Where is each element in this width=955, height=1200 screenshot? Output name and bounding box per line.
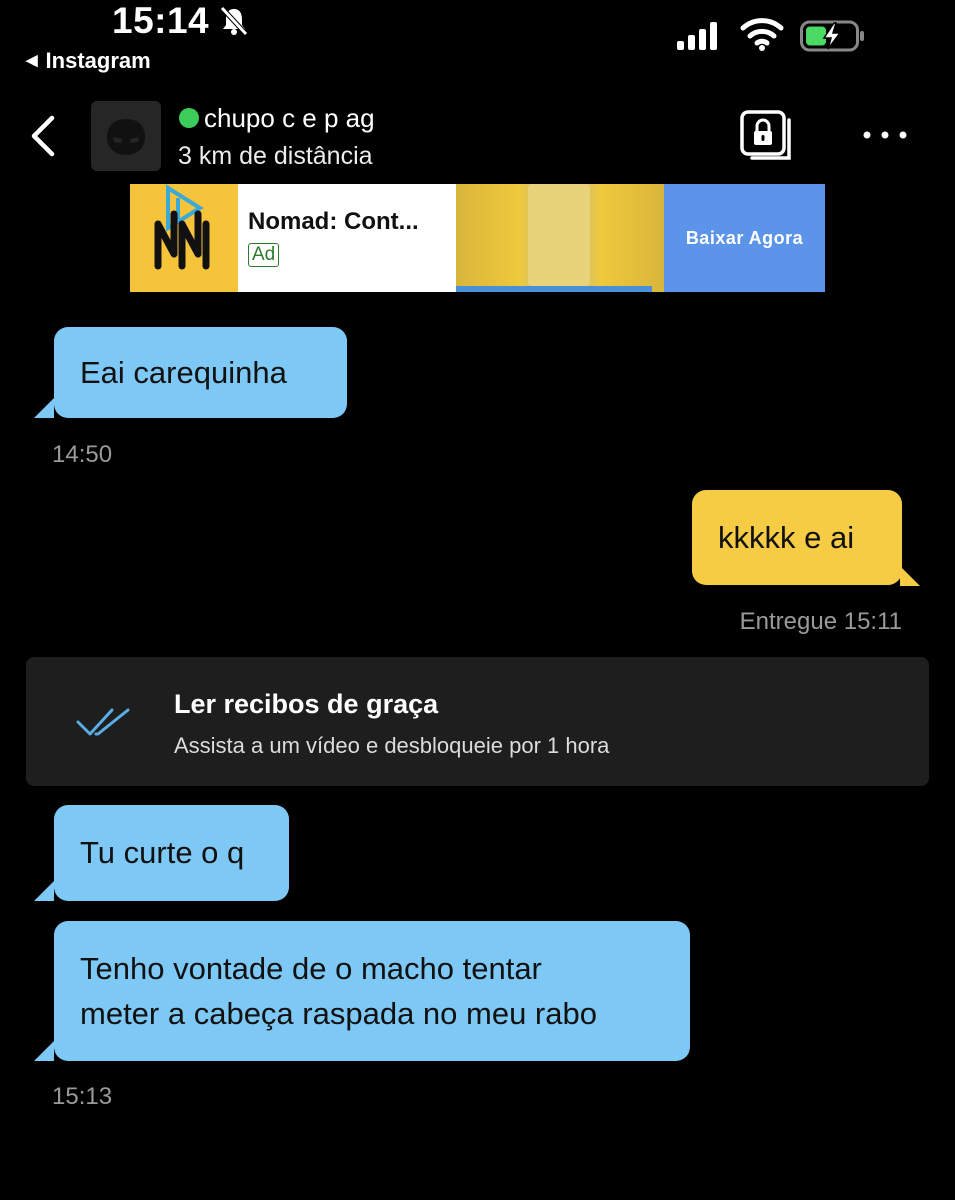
message-delivery-status: Entregue 15:11 bbox=[739, 608, 902, 635]
bubble-tail bbox=[34, 881, 54, 901]
message-text: kkkkk e ai bbox=[718, 520, 855, 555]
ad-badge: Ad bbox=[248, 243, 280, 267]
message-bubble-received[interactable]: Tu curte o q bbox=[54, 805, 289, 901]
cellular-signal-icon bbox=[677, 22, 717, 50]
message-timestamp: 15:13 bbox=[52, 1083, 113, 1110]
battery-charging-icon bbox=[800, 20, 864, 52]
bell-slash-icon bbox=[220, 6, 248, 36]
read-receipts-title: Ler recibos de graça bbox=[174, 689, 439, 719]
contact-distance: 3 km de distância bbox=[178, 142, 373, 170]
wifi-icon bbox=[740, 18, 784, 51]
bubble-tail bbox=[900, 566, 920, 586]
read-receipts-subtitle: Assista a um vídeo e desbloqueie por 1 h… bbox=[174, 733, 610, 758]
message-text-line: Tenho vontade de o macho tentar bbox=[80, 951, 542, 986]
message-bubble-sent[interactable]: kkkkk e ai bbox=[692, 490, 902, 585]
ad-progress-bar bbox=[456, 286, 652, 292]
bubble-tail bbox=[34, 398, 54, 418]
more-options-icon[interactable] bbox=[860, 122, 910, 148]
bubble-tail bbox=[34, 1041, 54, 1061]
status-time: 15:14 bbox=[112, 0, 210, 41]
private-album-icon[interactable] bbox=[740, 108, 794, 162]
ad-app-logo bbox=[130, 184, 238, 292]
ad-banner[interactable]: Nomad: Cont... Ad Baixar Agora bbox=[130, 184, 825, 292]
back-chevron-icon[interactable] bbox=[24, 112, 60, 160]
message-text: Tu curte o q bbox=[80, 835, 245, 870]
back-app-label: Instagram bbox=[45, 48, 151, 73]
ad-screenshot-phone bbox=[528, 184, 590, 286]
ad-title: Nomad: Cont... bbox=[248, 208, 419, 235]
ad-download-button[interactable]: Baixar Agora bbox=[664, 184, 825, 292]
read-receipts-promo-card[interactable] bbox=[26, 657, 929, 786]
grindr-mask-icon bbox=[107, 119, 145, 155]
contact-name[interactable]: chupo c e p ag bbox=[204, 101, 375, 135]
message-bubble-received[interactable]: Eai carequinha bbox=[54, 327, 347, 418]
nomad-logo-icon bbox=[154, 184, 210, 270]
back-triangle-icon: ◀ bbox=[26, 52, 38, 69]
back-to-app-link[interactable]: ◀ Instagram bbox=[26, 46, 151, 76]
message-bubble-received[interactable]: Tenho vontade de o macho tentar meter a … bbox=[54, 921, 690, 1061]
message-text-line: meter a cabeça raspada no meu rabo bbox=[80, 996, 597, 1031]
message-timestamp: 14:50 bbox=[52, 441, 113, 468]
avatar[interactable] bbox=[91, 101, 161, 171]
message-text: Eai carequinha bbox=[80, 355, 287, 390]
online-status-dot bbox=[179, 108, 199, 128]
double-check-icon bbox=[76, 708, 130, 736]
